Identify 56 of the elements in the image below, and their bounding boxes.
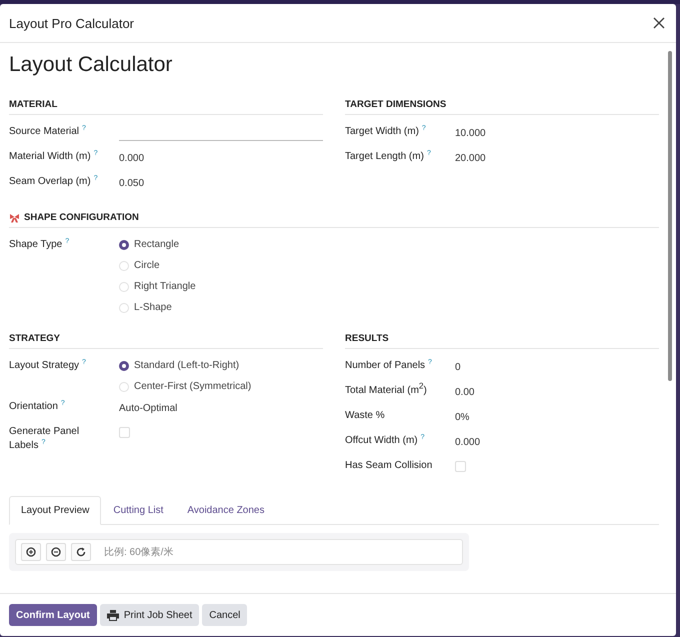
- tab[interactable]: Layout Preview: [9, 496, 102, 525]
- section-title: STRATEGY: [9, 333, 60, 344]
- field-label: Seam Overlap (m) $^{?}$: [9, 175, 99, 189]
- section-title: SHAPE CONFIGURATION: [24, 212, 139, 223]
- cancel-button[interactable]: Cancel: [202, 604, 248, 626]
- field-label: Target Length (m) $^{?}$: [345, 150, 432, 164]
- field-value: 0: [455, 361, 461, 375]
- scale-label: 比例: 60像素/米: [104, 546, 174, 559]
- zoom-in-button[interactable]: [21, 543, 41, 561]
- zoom-in-icon: [26, 547, 36, 557]
- checkbox[interactable]: [455, 461, 466, 472]
- radio-label: Circle: [134, 259, 160, 273]
- section-title: MATERIAL: [9, 99, 58, 110]
- field-value: 10.000: [455, 127, 486, 141]
- radio-label: Right Triangle: [134, 280, 196, 294]
- dialog-title: Layout Pro Calculator: [9, 16, 134, 30]
- field-value: 0.000: [455, 436, 480, 450]
- field-value: Auto-Optimal: [119, 402, 178, 416]
- ribbon-icon: [9, 212, 20, 222]
- field-label: Shape Type $^{?}$: [9, 238, 70, 252]
- field-label: Offcut Width (m) $^{?}$: [345, 434, 426, 448]
- section-title: TARGET DIMENSIONS: [345, 99, 446, 110]
- printer-icon: [106, 610, 119, 620]
- tab[interactable]: Cutting List: [101, 496, 176, 525]
- checkbox[interactable]: [119, 427, 130, 438]
- field-label: Target Width (m) $^{?}$: [345, 125, 427, 139]
- field-value: 20.000: [455, 152, 486, 166]
- radio-label: L-Shape: [134, 301, 172, 315]
- confirm-button[interactable]: Confirm Layout: [9, 604, 97, 626]
- field-label: Source Material $^{?}$: [9, 125, 87, 139]
- radio-button[interactable]: [119, 240, 129, 250]
- refresh-button[interactable]: [71, 543, 91, 561]
- field-label: Total Material (m$^{2}$): [345, 384, 428, 398]
- field-label: Layout Strategy $^{?}$: [9, 359, 87, 373]
- close-button[interactable]: [651, 15, 667, 31]
- field-label: Waste %: [345, 409, 386, 423]
- field-label: Generate Panel Labels $^{?}$: [9, 425, 80, 453]
- radio-label: Rectangle: [134, 238, 180, 252]
- tab[interactable]: Avoidance Zones: [175, 496, 276, 525]
- field-label: Number of Panels $^{?}$: [345, 359, 433, 373]
- zoom-out-button[interactable]: [46, 543, 66, 561]
- radio-label: Center-First (Symmetrical): [134, 380, 252, 394]
- field-label: Has Seam Collision: [345, 459, 434, 473]
- radio-label: Standard (Left-to-Right): [134, 359, 240, 373]
- field-value: 0.000: [119, 152, 144, 166]
- print-button[interactable]: Print Job Sheet: [100, 604, 200, 626]
- radio-button[interactable]: [119, 361, 129, 371]
- zoom-out-icon: [51, 547, 61, 557]
- field-value: 0.00: [455, 386, 474, 400]
- form-heading: Layout Calculator: [9, 53, 174, 77]
- field-value: 0%: [455, 411, 470, 425]
- refresh-icon: [76, 547, 86, 557]
- field-label: Orientation $^{?}$: [9, 400, 66, 414]
- field-value: 0.050: [119, 177, 144, 191]
- field-label: Material Width (m) $^{?}$: [9, 150, 99, 164]
- section-title: RESULTS: [345, 333, 389, 344]
